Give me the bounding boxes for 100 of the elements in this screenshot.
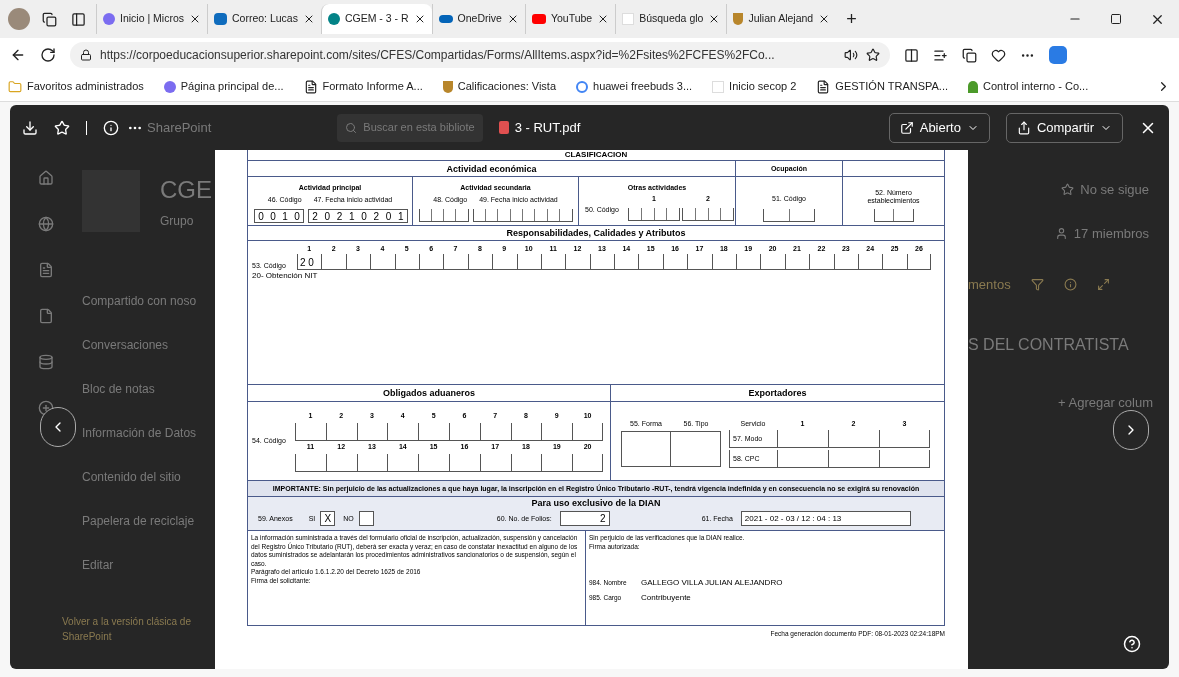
star-icon[interactable] bbox=[1061, 183, 1075, 197]
code-box[interactable] bbox=[418, 254, 444, 270]
browser-tab[interactable]: Búsqueda glo bbox=[615, 4, 727, 34]
code-boxes[interactable] bbox=[628, 208, 680, 221]
code-box[interactable] bbox=[370, 254, 395, 270]
bookmark[interactable]: Favoritos administrados bbox=[8, 78, 144, 95]
code-box[interactable] bbox=[443, 254, 468, 270]
follow-text[interactable]: No se sigue bbox=[1080, 180, 1149, 200]
bookmark[interactable]: Inicio secop 2 bbox=[712, 78, 797, 95]
filter-icon[interactable] bbox=[1030, 278, 1044, 292]
code-boxes[interactable] bbox=[763, 209, 815, 222]
next-button[interactable] bbox=[1113, 410, 1149, 450]
code-boxes[interactable] bbox=[873, 209, 914, 222]
code-box[interactable] bbox=[356, 454, 388, 472]
address-bar[interactable]: https://corpoeducacionsuperior.sharepoint.com/sites/CFES/Compartidas/Forms/AllItems.aspx?id=%2Fsites%2FCFES%2FCo... bbox=[70, 42, 890, 68]
back-icon[interactable] bbox=[10, 47, 26, 63]
code-box[interactable] bbox=[449, 423, 480, 441]
code-box[interactable] bbox=[858, 254, 883, 270]
previous-button[interactable] bbox=[40, 407, 76, 447]
code-box[interactable]: 2 0 bbox=[297, 254, 322, 270]
bookmark[interactable]: GESTIÓN TRANSPA... bbox=[816, 78, 949, 95]
code-box[interactable] bbox=[479, 423, 511, 441]
code-box[interactable] bbox=[325, 454, 357, 472]
digit-boxes[interactable]: 2 0 2 1 0 2 0 1 bbox=[308, 209, 408, 223]
code-box[interactable] bbox=[809, 254, 834, 270]
nav-icon[interactable] bbox=[38, 308, 54, 324]
favorites-icon[interactable] bbox=[933, 47, 948, 63]
bookmark[interactable]: Control interno - Co... bbox=[968, 78, 1089, 95]
nav-icon[interactable] bbox=[38, 354, 54, 370]
expand-icon[interactable] bbox=[1096, 278, 1110, 292]
code-box[interactable] bbox=[760, 254, 785, 270]
code-boxes[interactable] bbox=[418, 209, 469, 222]
bookmark[interactable]: Calificaciones: Vista bbox=[442, 78, 556, 95]
nav-link[interactable]: Bloc de notas bbox=[82, 380, 215, 398]
tab-actions-icon[interactable] bbox=[71, 11, 86, 27]
browser-tab[interactable]: YouTube bbox=[524, 4, 616, 34]
code-box[interactable] bbox=[833, 254, 858, 270]
restore-icon[interactable] bbox=[1110, 13, 1122, 25]
yes-box[interactable]: X bbox=[320, 511, 336, 526]
browser-tab[interactable]: Correo: Lucas bbox=[207, 4, 321, 34]
add-column-text[interactable]: + Agregar colum bbox=[1058, 392, 1154, 412]
nav-link[interactable]: Información de Datos bbox=[82, 424, 215, 442]
code-box[interactable] bbox=[510, 454, 542, 472]
code-box[interactable] bbox=[828, 430, 879, 448]
new-tab-button[interactable]: + bbox=[846, 5, 857, 33]
code-box[interactable] bbox=[321, 254, 346, 270]
browser-tab[interactable]: Julian Alejand bbox=[726, 4, 837, 34]
code-box[interactable] bbox=[671, 431, 721, 467]
view-selector[interactable]: mentos bbox=[968, 275, 1011, 295]
favorite-icon[interactable] bbox=[866, 48, 880, 62]
bookmark[interactable]: Página principal de... bbox=[163, 78, 284, 95]
code-box[interactable] bbox=[479, 454, 511, 472]
code-box[interactable] bbox=[638, 254, 663, 270]
code-box[interactable] bbox=[516, 254, 541, 270]
nav-link[interactable]: Contenido del sitio bbox=[82, 468, 215, 486]
code-box[interactable] bbox=[572, 454, 603, 472]
code-box[interactable] bbox=[345, 254, 371, 270]
code-box[interactable] bbox=[687, 254, 712, 270]
code-box[interactable] bbox=[418, 454, 449, 472]
code-box[interactable] bbox=[541, 423, 573, 441]
nav-icon[interactable] bbox=[38, 170, 54, 186]
code-box[interactable] bbox=[387, 454, 419, 472]
download-icon[interactable] bbox=[22, 119, 38, 136]
code-box[interactable] bbox=[589, 254, 615, 270]
code-box[interactable] bbox=[295, 423, 326, 441]
no-box[interactable] bbox=[358, 511, 374, 526]
nav-icon[interactable] bbox=[38, 216, 54, 232]
workspaces-icon[interactable] bbox=[42, 11, 57, 27]
code-box[interactable] bbox=[467, 254, 493, 270]
open-button[interactable]: Abierto bbox=[888, 112, 990, 143]
code-box[interactable] bbox=[394, 254, 419, 270]
share-button[interactable]: Compartir bbox=[1005, 112, 1123, 143]
code-box[interactable] bbox=[614, 254, 639, 270]
code-box[interactable] bbox=[784, 254, 810, 270]
code-box[interactable] bbox=[387, 423, 419, 441]
browser-tab[interactable]: CGEM - 3 - R bbox=[320, 4, 432, 34]
code-box[interactable] bbox=[736, 254, 761, 270]
nav-link[interactable]: Papelera de reciclaje bbox=[82, 512, 215, 530]
code-box[interactable] bbox=[828, 450, 879, 468]
code-box[interactable] bbox=[777, 430, 828, 448]
code-box[interactable] bbox=[356, 423, 388, 441]
bookmark[interactable]: huawei freebuds 3... bbox=[576, 78, 693, 95]
profile-avatar[interactable] bbox=[8, 8, 30, 30]
code-box[interactable] bbox=[906, 254, 932, 270]
classic-link[interactable]: Volver a la versión clásica de SharePoint bbox=[62, 614, 197, 644]
code-box[interactable] bbox=[777, 450, 828, 468]
code-box[interactable] bbox=[621, 431, 671, 467]
code-box[interactable] bbox=[540, 254, 566, 270]
bookmark[interactable]: Formato Informe A... bbox=[303, 78, 423, 95]
code-boxes[interactable] bbox=[682, 208, 734, 221]
collections-icon[interactable] bbox=[962, 47, 977, 63]
code-box[interactable] bbox=[325, 423, 357, 441]
code-box[interactable] bbox=[572, 423, 603, 441]
digit-boxes[interactable]: 0 0 1 0 bbox=[254, 209, 304, 223]
code-box[interactable] bbox=[295, 454, 326, 472]
code-box[interactable] bbox=[418, 423, 449, 441]
split-screen-icon[interactable] bbox=[904, 47, 919, 63]
code-box[interactable] bbox=[662, 254, 688, 270]
code-box[interactable] bbox=[541, 454, 573, 472]
reload-icon[interactable] bbox=[40, 47, 56, 63]
